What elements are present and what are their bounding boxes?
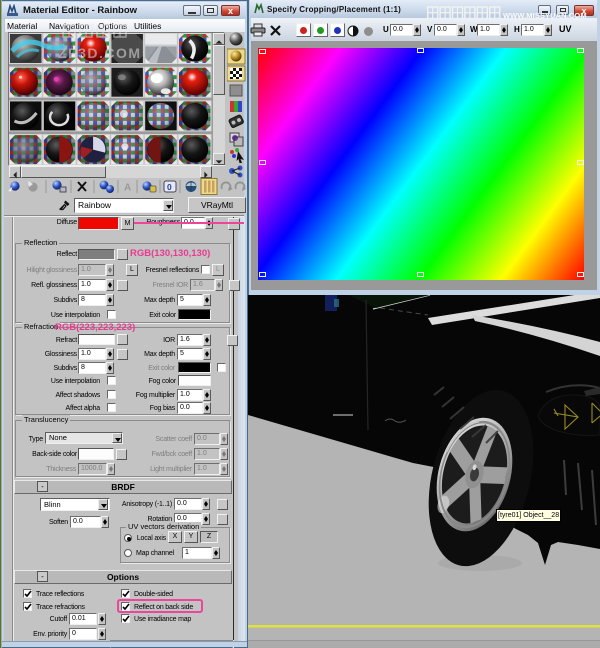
svg-text:A: A bbox=[124, 183, 131, 194]
svg-text:ZF3D.COM: ZF3D.COM bbox=[58, 45, 142, 61]
svg-text:0: 0 bbox=[167, 182, 172, 192]
